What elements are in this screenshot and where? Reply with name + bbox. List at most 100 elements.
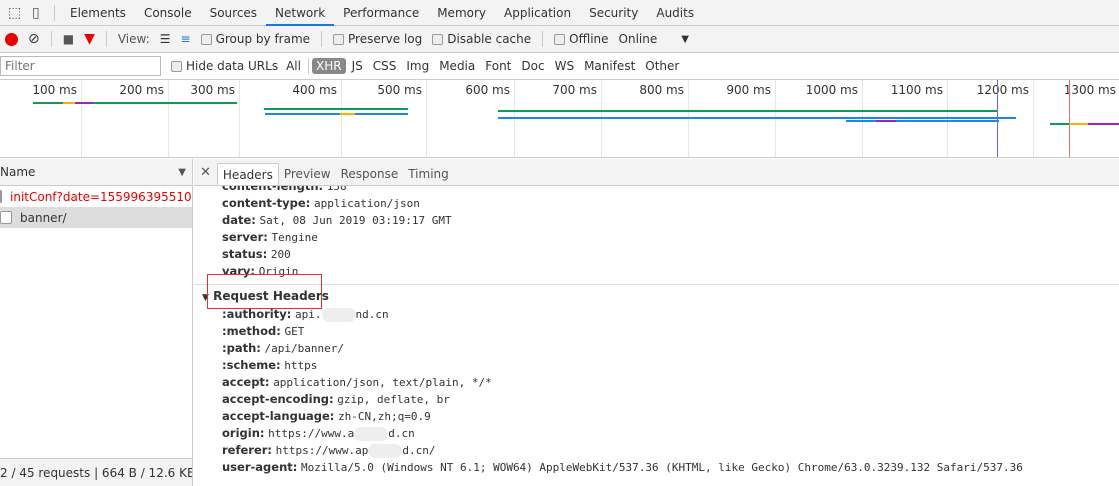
tab-preview[interactable]: Preview (279, 163, 336, 185)
filter-type-manifest[interactable]: Manifest (580, 58, 639, 74)
name-column-header[interactable]: Name ▼ (0, 159, 192, 186)
timeline-bar (498, 117, 1016, 119)
tab-memory[interactable]: Memory (428, 0, 495, 26)
filter-bar: Hide data URLs All XHR JS CSS Img Media … (0, 53, 1119, 80)
preserve-log-label: Preserve log (348, 32, 423, 46)
timeline-gridline (1033, 80, 1034, 157)
timeline-bar (1088, 123, 1119, 125)
header-value: d.cn (388, 427, 415, 440)
request-name: initConf?date=1559963955103... (10, 189, 192, 204)
filter-type-xhr[interactable]: XHR (311, 58, 346, 74)
filter-type-css[interactable]: CSS (369, 58, 401, 74)
header-key: :method: (222, 324, 281, 338)
clear-button[interactable]: ⊘ (28, 31, 40, 47)
filter-input[interactable] (0, 56, 161, 76)
timeline-tick-label: 500 ms (377, 83, 422, 97)
header-value: Sat, 08 Jun 2019 03:19:17 GMT (259, 214, 452, 227)
divider (307, 58, 309, 74)
offline-checkbox[interactable]: Offline (554, 32, 609, 46)
redaction-blur (321, 307, 356, 322)
timeline-bar (75, 102, 93, 104)
timeline-tick-label: 200 ms (119, 83, 164, 97)
hide-data-urls-checkbox[interactable]: Hide data URLs (171, 59, 278, 73)
header-line: :path: /api/banner/ (194, 340, 1119, 357)
tab-timing[interactable]: Timing (403, 163, 454, 185)
filter-type-media[interactable]: Media (435, 58, 479, 74)
highlight-box (207, 274, 322, 309)
timeline-bar (264, 108, 408, 110)
header-value: GET (284, 325, 305, 338)
header-key: origin: (222, 426, 265, 440)
header-value: https://www.ap (275, 444, 369, 457)
filter-type-doc[interactable]: Doc (517, 58, 548, 74)
filter-type-img[interactable]: Img (402, 58, 433, 74)
filter-type-other[interactable]: Other (641, 58, 683, 74)
disable-cache-checkbox[interactable]: Disable cache (432, 32, 531, 46)
filter-type-js[interactable]: JS (348, 58, 367, 74)
filter-type-font[interactable]: Font (481, 58, 515, 74)
timeline-tick-label: 1200 ms (976, 83, 1029, 97)
header-value: api. (295, 308, 322, 321)
tab-response[interactable]: Response (336, 163, 404, 185)
timeline-bar (33, 102, 63, 104)
tab-performance[interactable]: Performance (334, 0, 428, 26)
sort-arrow-icon: ▼ (178, 166, 186, 178)
tab-elements[interactable]: Elements (61, 0, 135, 26)
timeline-bar (93, 102, 237, 104)
header-value: application/json, text/plain, */* (273, 376, 492, 389)
header-value: zh-CN,zh;q=0.9 (338, 410, 431, 423)
filter-type-ws[interactable]: WS (551, 58, 578, 74)
timeline-tick-label: 1000 ms (805, 83, 858, 97)
timeline-bar (896, 120, 999, 122)
tab-sources[interactable]: Sources (201, 0, 266, 26)
header-line: vary: Origin (194, 263, 1119, 280)
tab-security[interactable]: Security (580, 0, 647, 26)
timeline-tick-label: 100 ms (32, 83, 77, 97)
waterfall-overview-icon[interactable]: ≡ (181, 32, 191, 46)
header-key: user-agent: (222, 460, 298, 474)
throttling-select[interactable]: Online ▼ (619, 32, 689, 46)
header-line: content-length: 158 (194, 186, 1119, 195)
header-line: :method: GET (194, 323, 1119, 340)
header-key: referer: (222, 443, 273, 457)
request-row[interactable]: initConf?date=1559963955103... (0, 186, 192, 207)
tab-application[interactable]: Application (495, 0, 580, 26)
header-key: date: (222, 213, 256, 227)
timeline-overview[interactable]: 100 ms 200 ms 300 ms 400 ms 500 ms 600 ms 700 … (0, 80, 1119, 158)
inspect-element-icon[interactable]: ⬚ (8, 5, 24, 21)
request-name: banner/ (20, 210, 67, 225)
tab-network[interactable]: Network (266, 0, 335, 26)
preserve-log-checkbox[interactable]: Preserve log (333, 32, 422, 46)
device-toolbar-icon[interactable]: ▯ (32, 5, 48, 21)
tab-console[interactable]: Console (135, 0, 201, 26)
load-event-marker (1069, 80, 1070, 157)
timeline-bar (1070, 123, 1088, 125)
close-icon[interactable]: ✕ (194, 165, 217, 185)
timeline-bar (498, 110, 998, 112)
timeline-gridline (341, 80, 342, 157)
tab-audits[interactable]: Audits (647, 0, 703, 26)
large-rows-icon[interactable]: ☰ (160, 32, 171, 46)
header-line: origin: https://www.a d.cn (194, 425, 1119, 442)
filter-toggle-button[interactable]: ▼ (84, 31, 95, 47)
timeline-gridline (81, 80, 82, 157)
header-key: accept-encoding: (222, 392, 334, 406)
hide-data-urls-label: Hide data URLs (186, 59, 279, 73)
header-key: :path: (222, 341, 261, 355)
timeline-tick-label: 900 ms (726, 83, 771, 97)
timeline-gridline (239, 80, 240, 157)
timeline-tick-label: 400 ms (292, 83, 337, 97)
request-row[interactable]: banner/ (0, 207, 192, 228)
group-by-frame-checkbox[interactable]: Group by frame (200, 32, 310, 46)
header-value: application/json (313, 197, 420, 210)
header-line: user-agent: Mozilla/5.0 (Windows NT 6.1;… (194, 459, 1119, 476)
record-button[interactable] (5, 32, 18, 46)
header-key: server: (222, 230, 268, 244)
filter-type-all[interactable]: All (282, 58, 305, 74)
timeline-tick-label: 300 ms (190, 83, 235, 97)
requests-panel: Name ▼ initConf?date=1559963955103... ba… (0, 159, 193, 486)
tab-headers[interactable]: Headers (216, 163, 279, 185)
capture-screenshots-button[interactable]: ■ (63, 32, 74, 46)
header-value: /api/banner/ (264, 342, 345, 355)
request-headers-section[interactable]: ▼ Request Headers (194, 274, 1119, 309)
